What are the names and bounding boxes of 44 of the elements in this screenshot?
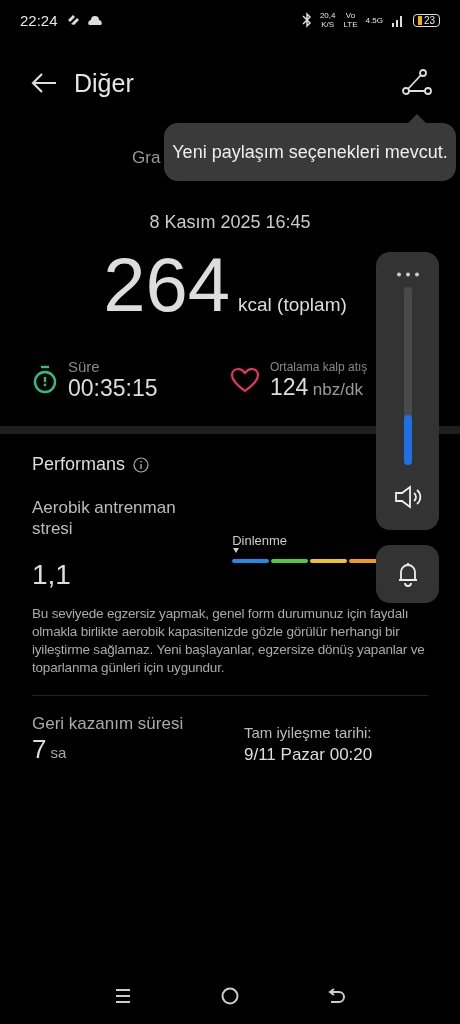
recovery-label: Geri kazanım süresi bbox=[32, 714, 185, 734]
scale-label: Dinlenme bbox=[232, 533, 289, 548]
cloud-icon bbox=[87, 15, 102, 25]
share-tooltip: Yeni paylaşım seçenekleri mevcut. bbox=[164, 123, 456, 181]
ringer-button[interactable] bbox=[376, 545, 439, 603]
heart-icon bbox=[230, 367, 260, 393]
full-recovery-label: Tam iyileşme tarihi: bbox=[244, 724, 373, 741]
metric-value: 1,1 bbox=[32, 559, 72, 591]
stat-unit: nbz/dk bbox=[312, 379, 363, 399]
description-text: Bu seviyede egzersiz yapmak, genel form durumunuz için faydalı olmakla birlikte aerobik kapasitenizde gözle görülür herhangi bir iyileştirme sağlamaz. Yeni başlayanlar, egzersize dönüş yapanlar ve toparlanma günleri için uygundur. bbox=[32, 605, 426, 677]
speaker-icon[interactable] bbox=[393, 485, 422, 509]
lte-label: LTE bbox=[343, 20, 358, 29]
network-speed-unit: K/S bbox=[321, 20, 335, 29]
volte-label: Vo bbox=[345, 11, 356, 20]
clock: 22:24 bbox=[20, 11, 58, 29]
metric-label: Aerobik antrenman stresi bbox=[32, 497, 177, 539]
recovery-unit: sa bbox=[50, 744, 67, 761]
scale-marker-icon bbox=[233, 548, 240, 553]
stat-label: Ortalama kalp atış bbox=[270, 359, 368, 374]
stat-label: Süre bbox=[68, 358, 101, 375]
menu-icon[interactable] bbox=[114, 988, 132, 1004]
more-icon[interactable] bbox=[395, 272, 420, 277]
home-icon[interactable] bbox=[220, 986, 240, 1006]
section-title: Performans bbox=[32, 454, 126, 475]
signal-icon bbox=[390, 13, 405, 27]
full-recovery-date: 9/11 Pazar 00:20 bbox=[244, 745, 373, 765]
volume-slider[interactable] bbox=[403, 287, 412, 465]
calories-value: 264 bbox=[103, 241, 231, 328]
stopwatch-icon bbox=[32, 365, 58, 395]
info-icon[interactable] bbox=[133, 456, 150, 473]
calories-unit: kcal (toplam) bbox=[238, 294, 347, 316]
back-icon[interactable] bbox=[328, 987, 346, 1005]
workout-subtitle: Gra bbox=[132, 148, 161, 167]
stat-value: 124 bbox=[270, 373, 309, 400]
bluetooth-icon bbox=[301, 12, 312, 28]
network-type: 4.5G bbox=[365, 15, 383, 25]
stat-value: 00:35:15 bbox=[68, 375, 158, 401]
page-title: Diğer bbox=[74, 68, 135, 98]
back-button[interactable] bbox=[30, 71, 58, 95]
share-button[interactable] bbox=[402, 69, 432, 97]
workout-date: 8 Kasım 2025 16:45 bbox=[148, 212, 312, 233]
battery-indicator: 23 bbox=[412, 13, 440, 27]
recovery-value: 7 bbox=[32, 734, 47, 764]
network-speed: 20,4 bbox=[319, 11, 336, 20]
